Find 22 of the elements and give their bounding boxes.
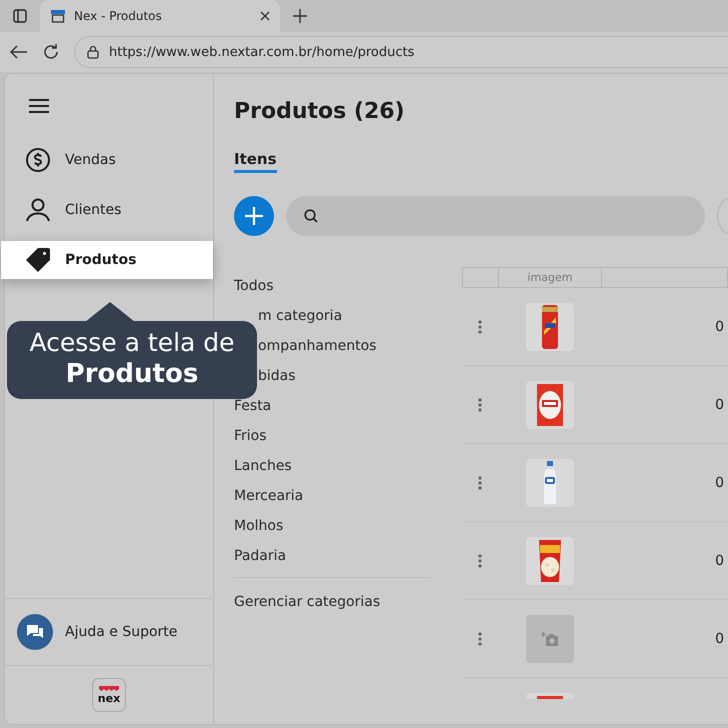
page-title: Produtos (26) [234, 99, 406, 124]
sidebar-item[interactable]: Clientes [1, 191, 213, 229]
table-cell-text: 0 [714, 318, 724, 334]
table-cell-text: 0 [714, 552, 724, 568]
tab[interactable]: Itens [234, 150, 277, 173]
help-link[interactable]: Ajuda e Suporte [5, 598, 213, 665]
table-cell-text: 0 [714, 396, 724, 412]
sidebar-item[interactable]: Produtos [1, 241, 213, 279]
browser-tab[interactable]: Nex - Produtos [40, 0, 280, 32]
category-item[interactable]: Frios [234, 421, 430, 451]
column-header: imagem [499, 268, 602, 287]
category-item[interactable]: Padaria [234, 541, 430, 571]
address-bar[interactable]: https://www.web.nextar.com.br/home/products [74, 36, 728, 68]
manage-categories-link[interactable]: Gerenciar categorias [234, 577, 430, 610]
logo[interactable]: nex [92, 678, 126, 712]
sidebar-item[interactable]: Vendas [1, 141, 213, 179]
table-cell-text: 0 [714, 474, 724, 490]
category-item[interactable]: Todos [234, 271, 430, 301]
table-cell-text: 0 [714, 630, 724, 646]
category-item[interactable]: Mercearia [234, 481, 430, 511]
category-item[interactable]: Molhos [234, 511, 430, 541]
category-item[interactable]: Lanches [234, 451, 430, 481]
